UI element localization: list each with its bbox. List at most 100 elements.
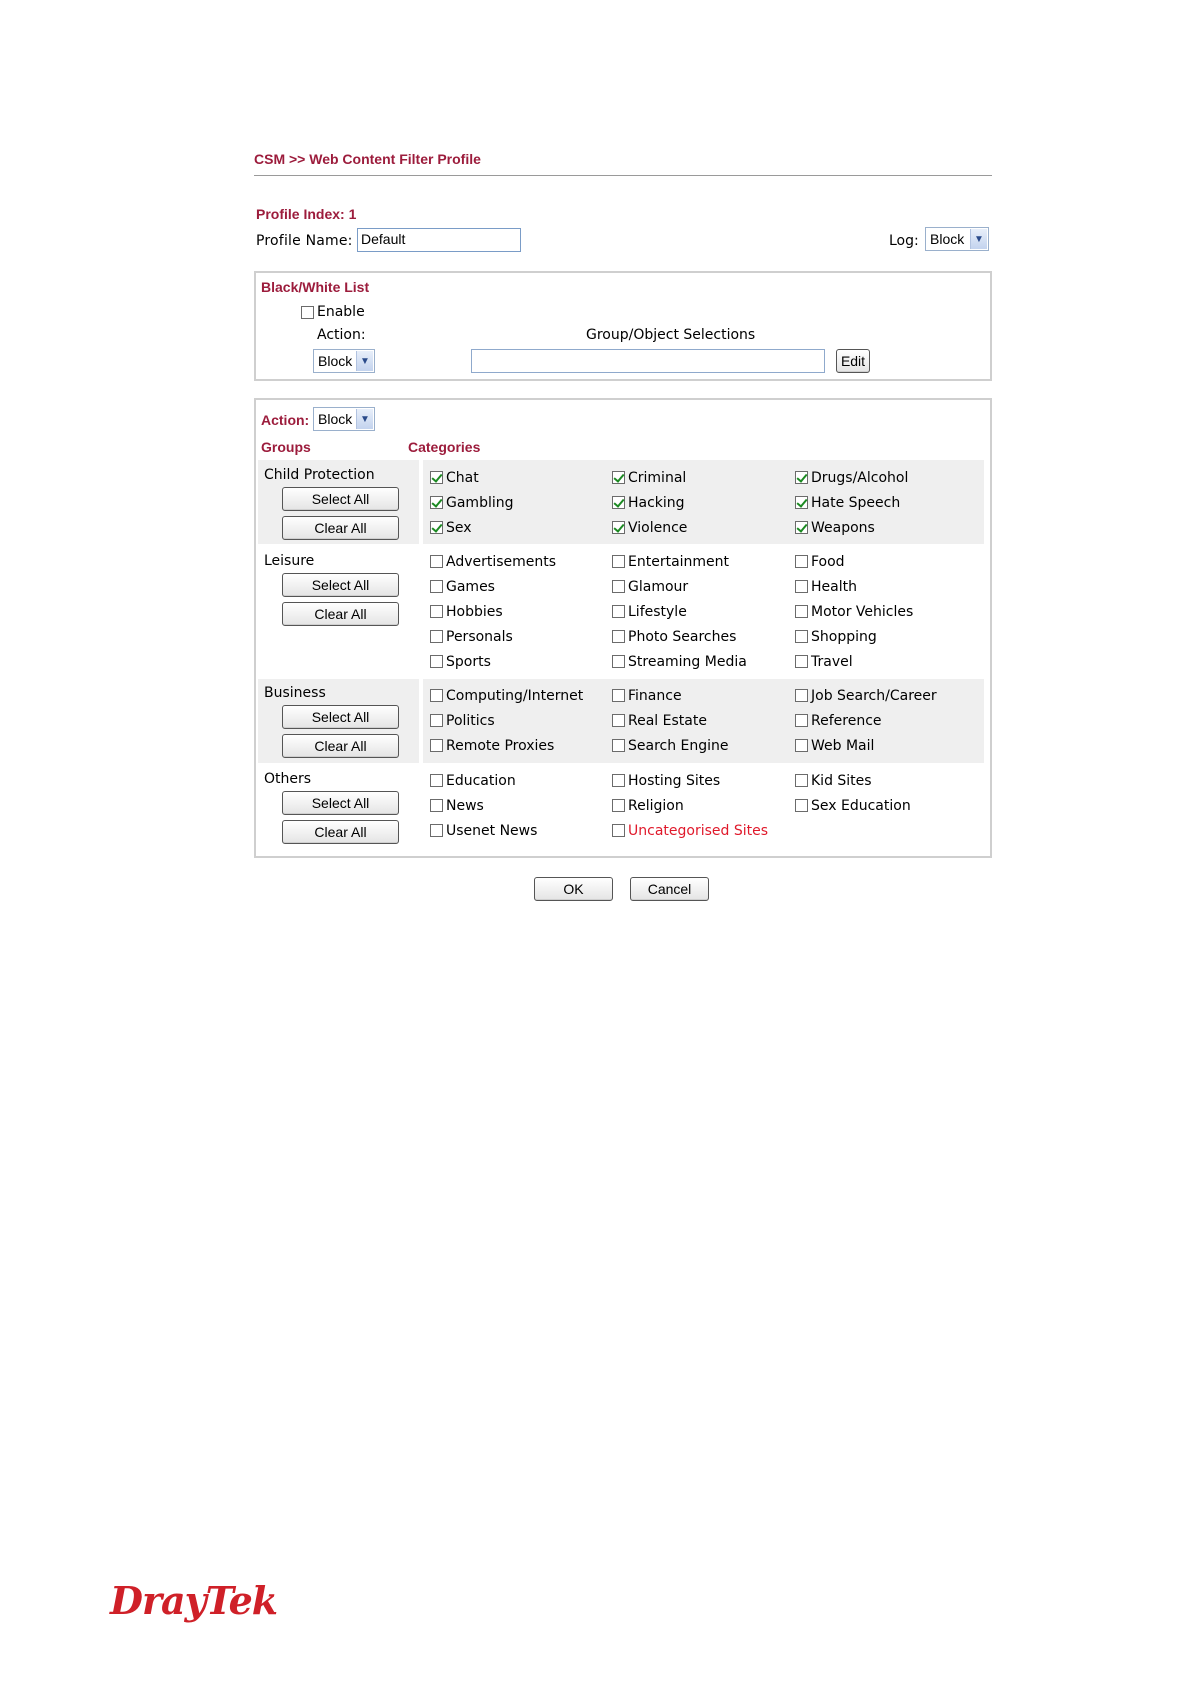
category-motor-vehicles[interactable]: Motor Vehicles	[795, 604, 913, 620]
category-kid-sites[interactable]: Kid Sites	[795, 773, 872, 789]
category-photo-searches[interactable]: Photo Searches	[612, 629, 736, 645]
category-checkbox[interactable]	[795, 605, 808, 618]
category-sex[interactable]: Sex	[430, 520, 472, 536]
category-checkbox[interactable]	[612, 521, 625, 534]
category-religion[interactable]: Religion	[612, 798, 684, 814]
category-checkbox[interactable]	[612, 630, 625, 643]
category-label: Sex	[446, 520, 472, 536]
category-checkbox[interactable]	[430, 471, 443, 484]
category-hate-speech[interactable]: Hate Speech	[795, 495, 900, 511]
category-checkbox[interactable]	[795, 496, 808, 509]
category-checkbox[interactable]	[795, 799, 808, 812]
category-computing-internet[interactable]: Computing/Internet	[430, 688, 583, 704]
category-checkbox[interactable]	[795, 521, 808, 534]
category-travel[interactable]: Travel	[795, 654, 853, 670]
category-checkbox[interactable]	[795, 739, 808, 752]
category-checkbox[interactable]	[612, 471, 625, 484]
category-checkbox[interactable]	[612, 774, 625, 787]
category-food[interactable]: Food	[795, 554, 845, 570]
category-sex-education[interactable]: Sex Education	[795, 798, 911, 814]
category-checkbox[interactable]	[612, 496, 625, 509]
category-checkbox[interactable]	[612, 580, 625, 593]
select-all-others-button[interactable]: Select All	[282, 791, 399, 815]
category-health[interactable]: Health	[795, 579, 857, 595]
category-checkbox[interactable]	[430, 689, 443, 702]
enable-checkbox[interactable]	[301, 306, 314, 319]
category-uncategorised-sites[interactable]: Uncategorised Sites	[612, 823, 768, 839]
category-personals[interactable]: Personals	[430, 629, 513, 645]
select-all-business-button[interactable]: Select All	[282, 705, 399, 729]
category-checkbox[interactable]	[430, 496, 443, 509]
log-select[interactable]: Block ▼	[925, 227, 989, 251]
category-checkbox[interactable]	[430, 824, 443, 837]
category-checkbox[interactable]	[612, 655, 625, 668]
category-criminal[interactable]: Criminal	[612, 470, 686, 486]
clear-all-business-button[interactable]: Clear All	[282, 734, 399, 758]
category-checkbox[interactable]	[795, 689, 808, 702]
category-remote-proxies[interactable]: Remote Proxies	[430, 738, 554, 754]
clear-all-leisure-button[interactable]: Clear All	[282, 602, 399, 626]
category-checkbox[interactable]	[612, 689, 625, 702]
select-all-child-protection-button[interactable]: Select All	[282, 487, 399, 511]
category-checkbox[interactable]	[430, 555, 443, 568]
category-checkbox[interactable]	[430, 605, 443, 618]
category-advertisements[interactable]: Advertisements	[430, 554, 556, 570]
category-job-search-career[interactable]: Job Search/Career	[795, 688, 937, 704]
category-checkbox[interactable]	[612, 605, 625, 618]
category-real-estate[interactable]: Real Estate	[612, 713, 707, 729]
edit-button[interactable]: Edit	[836, 349, 870, 373]
category-checkbox[interactable]	[795, 774, 808, 787]
category-checkbox[interactable]	[430, 655, 443, 668]
category-checkbox[interactable]	[430, 799, 443, 812]
ok-button[interactable]: OK	[534, 877, 613, 901]
category-checkbox[interactable]	[430, 580, 443, 593]
category-checkbox[interactable]	[430, 739, 443, 752]
category-checkbox[interactable]	[612, 799, 625, 812]
category-checkbox[interactable]	[795, 630, 808, 643]
category-gambling[interactable]: Gambling	[430, 495, 514, 511]
category-checkbox[interactable]	[612, 714, 625, 727]
category-glamour[interactable]: Glamour	[612, 579, 688, 595]
clear-all-others-button[interactable]: Clear All	[282, 820, 399, 844]
category-checkbox[interactable]	[612, 824, 625, 837]
category-streaming-media[interactable]: Streaming Media	[612, 654, 747, 670]
category-entertainment[interactable]: Entertainment	[612, 554, 729, 570]
category-checkbox[interactable]	[430, 714, 443, 727]
clear-all-child-protection-button[interactable]: Clear All	[282, 516, 399, 540]
category-checkbox[interactable]	[795, 655, 808, 668]
category-education[interactable]: Education	[430, 773, 516, 789]
category-search-engine[interactable]: Search Engine	[612, 738, 729, 754]
category-checkbox[interactable]	[795, 555, 808, 568]
category-web-mail[interactable]: Web Mail	[795, 738, 874, 754]
bw-action-select[interactable]: Block ▼	[313, 349, 375, 373]
category-checkbox[interactable]	[430, 774, 443, 787]
category-lifestyle[interactable]: Lifestyle	[612, 604, 687, 620]
category-checkbox[interactable]	[795, 714, 808, 727]
category-checkbox[interactable]	[430, 630, 443, 643]
category-violence[interactable]: Violence	[612, 520, 687, 536]
category-weapons[interactable]: Weapons	[795, 520, 875, 536]
category-checkbox[interactable]	[612, 739, 625, 752]
category-usenet-news[interactable]: Usenet News	[430, 823, 537, 839]
category-checkbox[interactable]	[795, 471, 808, 484]
group-object-selections-input[interactable]	[471, 349, 825, 373]
category-chat[interactable]: Chat	[430, 470, 479, 486]
cancel-button[interactable]: Cancel	[630, 877, 709, 901]
profile-name-input[interactable]: Default	[357, 228, 521, 252]
category-games[interactable]: Games	[430, 579, 495, 595]
category-shopping[interactable]: Shopping	[795, 629, 877, 645]
select-all-leisure-button[interactable]: Select All	[282, 573, 399, 597]
filter-action-select[interactable]: Block ▼	[313, 407, 375, 431]
category-checkbox[interactable]	[430, 521, 443, 534]
category-hobbies[interactable]: Hobbies	[430, 604, 503, 620]
category-reference[interactable]: Reference	[795, 713, 882, 729]
category-hosting-sites[interactable]: Hosting Sites	[612, 773, 720, 789]
category-news[interactable]: News	[430, 798, 484, 814]
category-drugs-alcohol[interactable]: Drugs/Alcohol	[795, 470, 908, 486]
category-politics[interactable]: Politics	[430, 713, 495, 729]
category-checkbox[interactable]	[795, 580, 808, 593]
category-hacking[interactable]: Hacking	[612, 495, 685, 511]
category-finance[interactable]: Finance	[612, 688, 682, 704]
category-checkbox[interactable]	[612, 555, 625, 568]
category-sports[interactable]: Sports	[430, 654, 491, 670]
